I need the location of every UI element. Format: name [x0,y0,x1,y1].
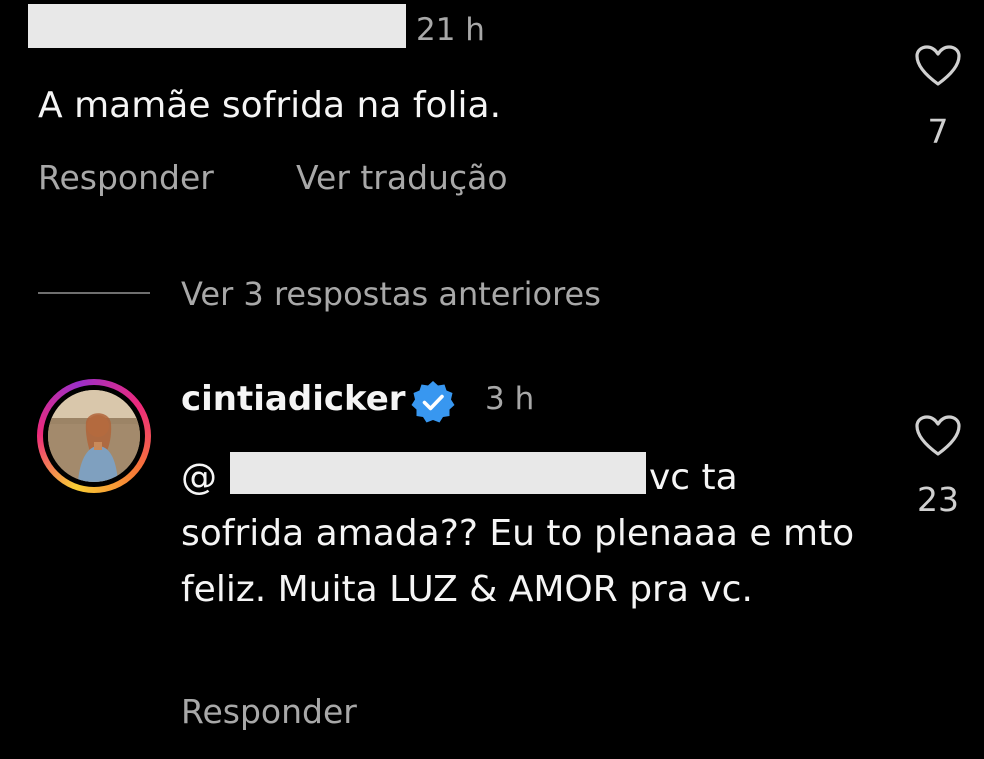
avatar-photo [48,390,140,482]
reply-button[interactable]: Responder [181,690,357,734]
reply-button[interactable]: Responder [38,156,214,200]
redacted-mention [230,452,646,494]
view-previous-replies-button[interactable]: Ver 3 respostas anteriores [181,272,601,316]
like-count: 7 [927,112,949,151]
comment-text-line1-tail: vc ta [649,457,738,498]
redacted-username [28,4,406,48]
mention-link[interactable]: @ [181,457,217,498]
comment-timestamp: 21 h [416,12,485,48]
see-translation-button[interactable]: Ver tradução [296,156,508,200]
comment-timestamp: 3 h [485,381,535,417]
heart-icon[interactable] [914,44,962,88]
verified-badge-icon [410,379,456,425]
avatar[interactable] [37,379,151,493]
comment-username[interactable]: cintiadicker [181,376,406,422]
like-count: 23 [917,480,959,519]
replies-divider [38,292,150,294]
comment-text-rest: sofrida amada?? Eu to plenaaa e mto feli… [181,513,855,610]
comment-text: A mamãe sofrida na folia. [38,85,502,126]
heart-icon[interactable] [914,414,962,458]
